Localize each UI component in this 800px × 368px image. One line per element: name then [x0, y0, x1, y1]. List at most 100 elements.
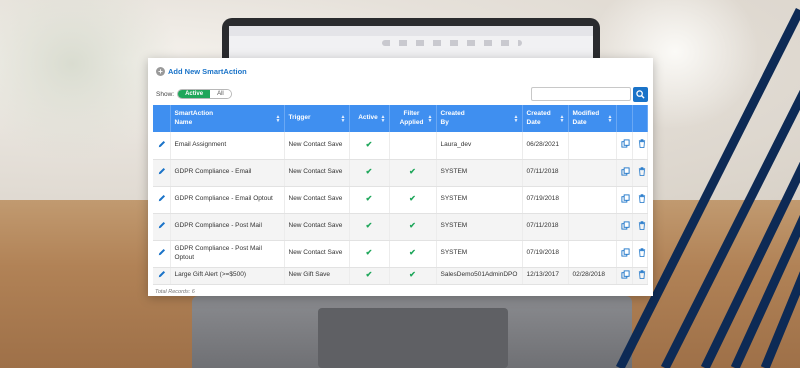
header-created-by[interactable]: Created By ▲ ▼ [436, 105, 523, 132]
copy-cell[interactable] [616, 132, 633, 160]
copy-icon[interactable] [621, 247, 631, 257]
header-created-date[interactable]: Created Date ▲ ▼ [522, 105, 569, 132]
header-trigger[interactable]: Trigger ▲ ▼ [284, 105, 350, 132]
name-cell: Large Gift Alert (>=$500) [170, 267, 285, 285]
created-by-cell: SYSTEM [436, 213, 523, 241]
trash-icon[interactable] [637, 166, 647, 176]
check-icon: ✔ [409, 248, 416, 258]
check-icon: ✔ [409, 167, 416, 177]
edit-cell[interactable] [153, 240, 171, 268]
edit-cell[interactable] [153, 213, 171, 241]
total-records: Total Records: 6 [155, 288, 195, 295]
laptop-nav-dots [382, 40, 522, 46]
check-icon: ✔ [365, 167, 373, 177]
pencil-icon[interactable] [157, 166, 167, 176]
check-icon: ✔ [365, 140, 373, 150]
smartaction-panel: + Add New SmartAction Show: Active All S… [148, 58, 653, 296]
delete-cell[interactable] [632, 186, 648, 214]
edit-cell[interactable] [153, 159, 171, 187]
created-date-cell: 07/11/2018 [522, 213, 569, 241]
edit-cell[interactable] [153, 186, 171, 214]
table-row[interactable]: Large Gift Alert (>=$500) New Gift Save ✔ ✔… [153, 267, 648, 285]
trigger-cell: New Contact Save [284, 132, 350, 160]
delete-cell[interactable] [632, 213, 648, 241]
copy-icon[interactable] [621, 139, 631, 149]
pencil-icon[interactable] [157, 269, 167, 279]
pencil-icon[interactable] [157, 139, 167, 149]
copy-cell[interactable] [616, 267, 633, 285]
table-row[interactable]: GDPR Compliance - Email New Contact Save ✔… [153, 159, 648, 187]
search-input[interactable] [531, 87, 631, 101]
trash-icon[interactable] [637, 247, 647, 257]
sort-icon: ▲ ▼ [427, 113, 433, 124]
active-cell: ✔ [349, 240, 390, 268]
edit-cell[interactable] [153, 132, 171, 160]
modified-date-cell [568, 213, 617, 241]
table-row[interactable]: Email Assignment New Contact Save ✔ Laura_d… [153, 132, 648, 160]
created-date-cell: 07/19/2018 [522, 186, 569, 214]
table-row[interactable]: GDPR Compliance - Post Mail New Contact S… [153, 213, 648, 241]
check-icon: ✔ [365, 194, 373, 204]
trash-icon[interactable] [637, 193, 647, 203]
edit-cell[interactable] [153, 267, 171, 285]
table-row[interactable]: GDPR Compliance - Post Mail Optout New Co… [153, 240, 648, 268]
delete-cell[interactable] [632, 267, 648, 285]
pencil-icon[interactable] [157, 193, 167, 203]
copy-cell[interactable] [616, 213, 633, 241]
header-modified-date-label: Modified Date [572, 110, 600, 126]
table-row[interactable]: GDPR Compliance - Email Optout New Contac… [153, 186, 648, 214]
trash-icon[interactable] [637, 220, 647, 230]
active-cell: ✔ [349, 186, 390, 214]
copy-icon[interactable] [621, 193, 631, 203]
created-by-cell: SYSTEM [436, 159, 523, 187]
pencil-icon[interactable] [157, 220, 167, 230]
copy-icon[interactable] [621, 166, 631, 176]
table-header-row: SmartAction Name ▲ ▼ Trigger ▲ ▼ Active ▲ ▼ Fi… [153, 105, 648, 132]
sort-icon: ▲ ▼ [340, 113, 346, 124]
toggle-active[interactable]: Active [178, 90, 211, 98]
sort-icon: ▲ ▼ [607, 113, 613, 124]
active-cell: ✔ [349, 213, 390, 241]
plus-circle-icon: + [156, 66, 165, 76]
name-cell: GDPR Compliance - Email [170, 159, 285, 187]
search-button[interactable] [633, 86, 648, 102]
header-filter-applied[interactable]: Filter Applied ▲ ▼ [389, 105, 437, 132]
header-active-label: Active [358, 114, 378, 122]
trash-icon[interactable] [637, 139, 647, 149]
header-name[interactable]: SmartAction Name ▲ ▼ [170, 105, 285, 132]
trash-icon[interactable] [637, 269, 647, 279]
sort-icon: ▲ ▼ [513, 113, 519, 124]
trigger-cell: New Gift Save [284, 267, 350, 285]
toggle-all[interactable]: All [210, 90, 231, 98]
search-icon [636, 89, 645, 99]
copy-cell[interactable] [616, 240, 633, 268]
delete-cell[interactable] [632, 159, 648, 187]
header-name-label: SmartAction Name [174, 110, 214, 126]
search-area [531, 86, 648, 102]
created-by-cell: SYSTEM [436, 186, 523, 214]
header-filter-label: Filter Applied [399, 110, 424, 126]
name-cell: Email Assignment [170, 132, 285, 160]
add-smartaction-label: Add New SmartAction [168, 66, 247, 76]
show-label: Show: [156, 90, 175, 98]
copy-icon[interactable] [621, 269, 631, 279]
delete-cell[interactable] [632, 132, 648, 160]
copy-cell[interactable] [616, 186, 633, 214]
name-cell: GDPR Compliance - Email Optout [170, 186, 285, 214]
copy-icon[interactable] [621, 220, 631, 230]
created-date-cell: 07/11/2018 [522, 159, 569, 187]
check-icon: ✔ [365, 270, 373, 280]
header-modified-date[interactable]: Modified Date ▲ ▼ [568, 105, 617, 132]
created-date-cell: 06/28/2021 [522, 132, 569, 160]
pencil-icon[interactable] [157, 247, 167, 257]
delete-cell[interactable] [632, 240, 648, 268]
copy-cell[interactable] [616, 159, 633, 187]
active-cell: ✔ [349, 132, 390, 160]
add-smartaction-link[interactable]: + Add New SmartAction [156, 65, 648, 77]
check-icon: ✔ [409, 194, 416, 204]
active-all-toggle[interactable]: Active All [177, 89, 232, 99]
filter-applied-cell: ✔ [389, 267, 437, 285]
modified-date-cell: 02/28/2018 [568, 267, 617, 285]
name-cell: GDPR Compliance - Post Mail Optout [170, 240, 285, 268]
header-active[interactable]: Active ▲ ▼ [349, 105, 390, 132]
